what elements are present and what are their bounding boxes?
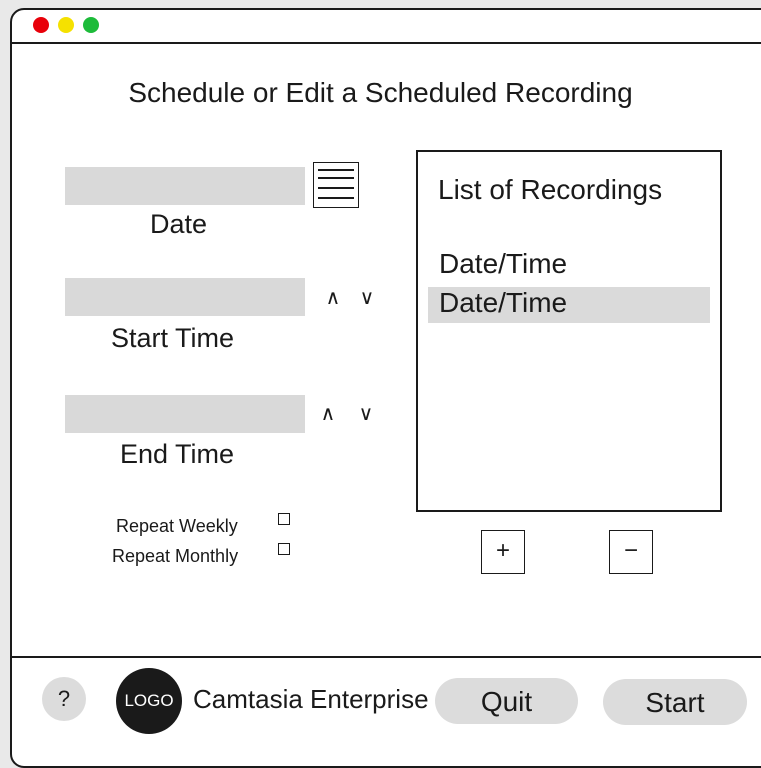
- remove-recording-button[interactable]: −: [609, 530, 653, 574]
- list-item-selected[interactable]: Date/Time: [428, 287, 710, 323]
- quit-button[interactable]: Quit: [435, 678, 578, 724]
- date-field[interactable]: [65, 167, 305, 205]
- footer-divider: [10, 656, 761, 658]
- date-label: Date: [150, 209, 208, 239]
- close-window-button[interactable]: [33, 17, 49, 33]
- list-item[interactable]: Date/Time: [428, 248, 710, 284]
- maximize-window-button[interactable]: [83, 17, 99, 33]
- end-time-up-button[interactable]: ∧: [318, 404, 338, 424]
- repeat-monthly-label: Repeat Monthly: [112, 546, 239, 566]
- recordings-list-title: List of Recordings: [438, 174, 663, 205]
- logo: LOGO: [116, 668, 182, 734]
- recordings-list[interactable]: List of Recordings Date/Time Date/Time: [416, 150, 722, 512]
- title-bar: [12, 10, 761, 44]
- repeat-weekly-label: Repeat Weekly: [116, 516, 238, 536]
- start-time-down-button[interactable]: ∨: [357, 288, 377, 308]
- add-recording-button[interactable]: +: [481, 530, 525, 574]
- end-time-field[interactable]: [65, 395, 305, 433]
- repeat-monthly-checkbox[interactable]: [278, 543, 290, 555]
- minimize-window-button[interactable]: [58, 17, 74, 33]
- start-time-field[interactable]: [65, 278, 305, 316]
- start-time-label: Start Time: [111, 323, 235, 353]
- app-name: Camtasia Enterprise: [193, 684, 429, 714]
- calendar-picker-button[interactable]: [313, 162, 359, 208]
- end-time-label: End Time: [120, 439, 235, 469]
- page-title: Schedule or Edit a Scheduled Recording: [128, 77, 633, 108]
- start-time-up-button[interactable]: ∧: [323, 288, 343, 308]
- end-time-down-button[interactable]: ∨: [356, 404, 376, 424]
- repeat-weekly-checkbox[interactable]: [278, 513, 290, 525]
- start-button[interactable]: Start: [603, 679, 747, 725]
- help-button[interactable]: ?: [42, 677, 86, 721]
